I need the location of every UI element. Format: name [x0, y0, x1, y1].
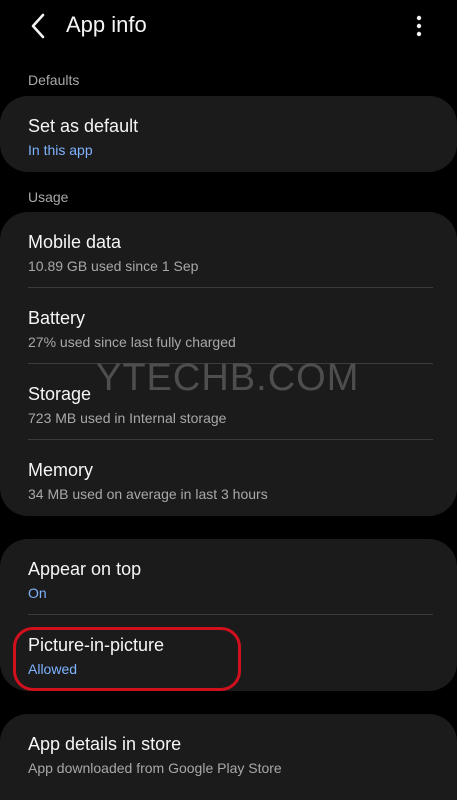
- app-details-in-store-label: App details in store: [28, 734, 182, 754]
- appear-on-top-value: On: [28, 585, 47, 601]
- usage-card: Mobile data 10.89 GB used since 1 Sep Ba…: [0, 212, 457, 516]
- battery-item[interactable]: Battery 27% used since last fully charge…: [0, 288, 457, 364]
- memory-label: Memory: [28, 460, 94, 480]
- store-card: App details in store App downloaded from…: [0, 714, 457, 800]
- storage-item[interactable]: Storage 723 MB used in Internal storage: [0, 364, 457, 440]
- section-header-defaults: Defaults: [28, 72, 80, 88]
- set-as-default-label: Set as default: [28, 116, 139, 136]
- mobile-data-label: Mobile data: [28, 232, 122, 252]
- battery-label: Battery: [28, 308, 86, 328]
- storage-label: Storage: [28, 384, 92, 404]
- section-header-usage: Usage: [28, 189, 69, 205]
- defaults-card: Set as default In this app: [0, 96, 457, 172]
- battery-value: 27% used since last fully charged: [28, 334, 236, 350]
- picture-in-picture-value: Allowed: [28, 661, 78, 677]
- set-as-default-value: In this app: [28, 142, 93, 158]
- more-options-button[interactable]: [403, 10, 435, 42]
- back-button[interactable]: [22, 10, 54, 42]
- mobile-data-value: 10.89 GB used since 1 Sep: [28, 258, 199, 274]
- appear-on-top-item[interactable]: Appear on top On: [0, 539, 457, 615]
- memory-value: 34 MB used on average in last 3 hours: [28, 486, 268, 502]
- set-as-default-item[interactable]: Set as default In this app: [0, 96, 457, 172]
- mobile-data-item[interactable]: Mobile data 10.89 GB used since 1 Sep: [0, 212, 457, 288]
- memory-item[interactable]: Memory 34 MB used on average in last 3 h…: [0, 440, 457, 516]
- more-vertical-icon: [416, 15, 422, 37]
- chevron-left-icon: [31, 13, 45, 39]
- permissions-card: Appear on top On Picture-in-picture Allo…: [0, 539, 457, 691]
- app-details-in-store-item[interactable]: App details in store App downloaded from…: [0, 714, 457, 790]
- storage-value: 723 MB used in Internal storage: [28, 410, 227, 426]
- app-bar: App info: [0, 0, 457, 52]
- picture-in-picture-label: Picture-in-picture: [28, 635, 165, 655]
- app-details-in-store-value: App downloaded from Google Play Store: [28, 760, 282, 776]
- page-title: App info: [66, 12, 147, 37]
- appear-on-top-label: Appear on top: [28, 559, 142, 579]
- picture-in-picture-item[interactable]: Picture-in-picture Allowed: [0, 615, 457, 691]
